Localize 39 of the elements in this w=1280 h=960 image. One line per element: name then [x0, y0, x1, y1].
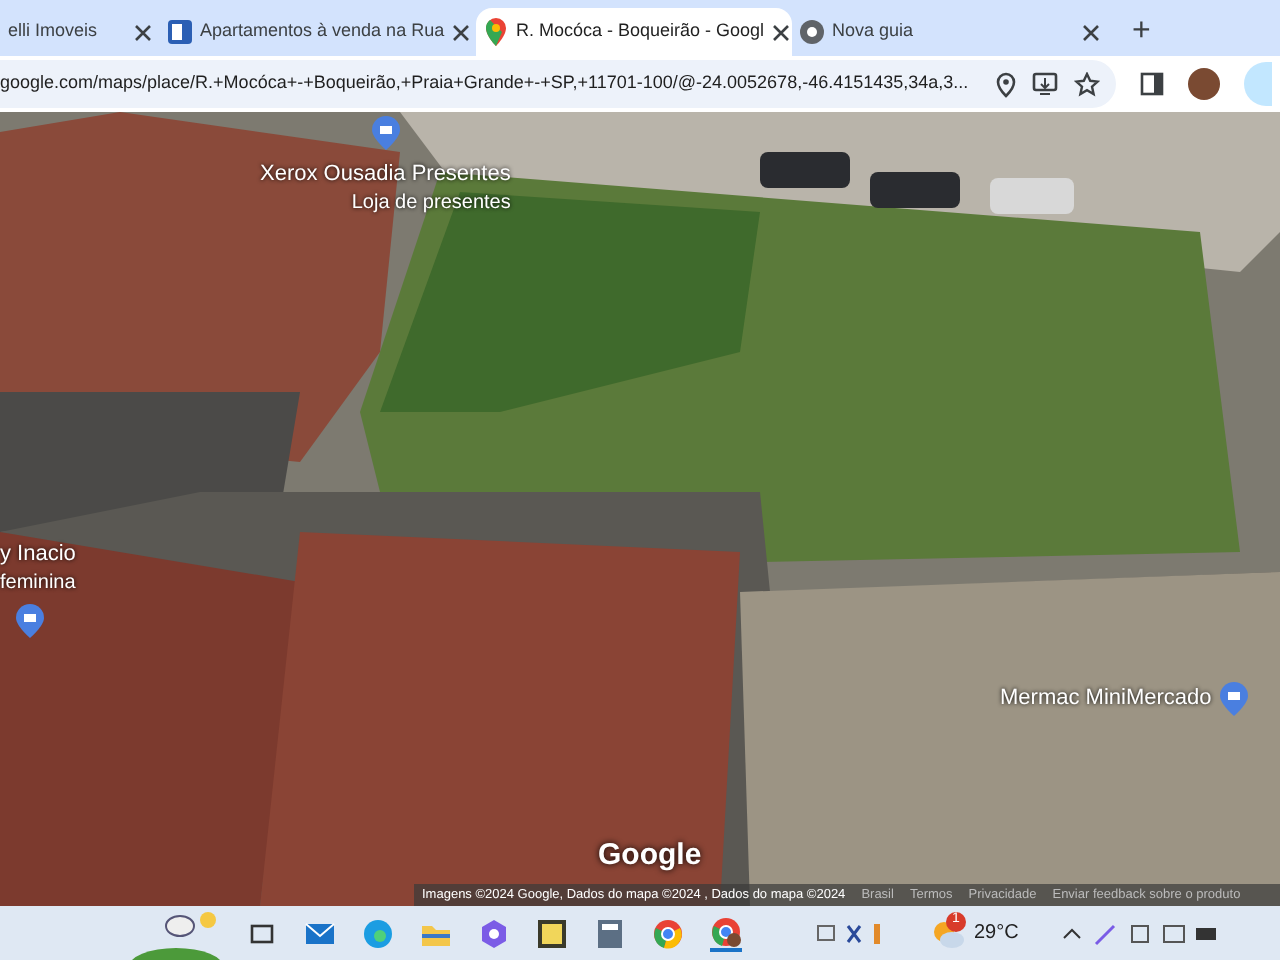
url-text: google.com/maps/place/R.+Mocóca+-+Boqueirão,+Praia+Grande+-+SP,+11701-100/@-24.0052678,-46.4151435,34a,3... [0, 70, 971, 97]
google-logo: Google [598, 835, 702, 875]
tab-title: elli Imoveis [8, 18, 100, 45]
tab-title: R. Mocóca - Boqueirão - Googl [516, 18, 765, 45]
bookmark-star-icon[interactable] [1074, 71, 1100, 97]
mail-icon[interactable] [304, 917, 336, 949]
map-pin-icon [484, 18, 508, 46]
close-icon[interactable] [772, 23, 791, 41]
globe-icon [800, 20, 824, 44]
place-name[interactable]: y Inacio [0, 538, 76, 571]
sticky-notes-icon[interactable] [536, 917, 568, 949]
install-icon[interactable] [1032, 72, 1058, 96]
tab-title: Apartamentos à venda na Rua [200, 18, 445, 45]
site-icon [168, 20, 192, 44]
browser-tab[interactable]: Apartamentos à venda na Rua [160, 8, 476, 56]
location-icon[interactable] [996, 71, 1016, 97]
avatar[interactable] [1188, 68, 1220, 100]
chrome-icon[interactable] [710, 915, 742, 951]
map-pin-icon[interactable] [1219, 682, 1248, 716]
close-icon[interactable] [452, 23, 471, 41]
calculator-icon[interactable] [594, 917, 626, 949]
close-icon[interactable] [134, 23, 152, 41]
tab-title: Nova guia [832, 18, 916, 45]
place-category: Loja de presentes [351, 191, 511, 216]
browser-tab[interactable]: elli Imoveis [0, 8, 160, 56]
place-name[interactable]: Xerox Ousadia Presentes [260, 158, 511, 191]
side-panel-icon[interactable] [1140, 72, 1164, 96]
map-pin-icon[interactable] [371, 116, 400, 150]
place-category: feminina [0, 571, 76, 596]
browser-tab[interactable]: R. Mocóca - Boqueirão - Googl [476, 8, 792, 56]
map-pin-icon[interactable] [16, 604, 44, 638]
new-tab-button[interactable]: + [1124, 16, 1159, 48]
system-tray-icon[interactable] [1060, 919, 1221, 947]
browser-tab[interactable]: Nova guia [792, 8, 1108, 56]
hexagon-app-icon[interactable] [478, 917, 510, 949]
address-bar[interactable]: google.com/maps/place/R.+Mocóca+-+Boqueirão,+Praia+Grande+-+SP,+11701-100/@-24.0052678,-46.4151435,34a,3... [0, 60, 1116, 108]
close-icon[interactable] [1082, 23, 1100, 41]
temperature-text: 29°C [974, 920, 1019, 948]
chrome-icon[interactable] [652, 917, 684, 949]
